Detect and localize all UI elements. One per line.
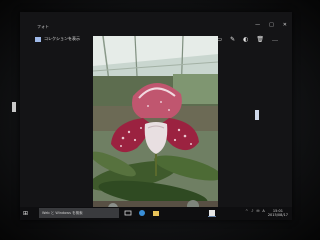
- close-button[interactable]: ✕: [283, 23, 287, 28]
- orchid-photo: [93, 36, 218, 217]
- system-tray: ^ ♪ ✉ A 15:01 2015/08/17: [245, 209, 288, 217]
- breadcrumb-label: コレクションを表示: [44, 36, 80, 41]
- title-bar: フォト — □ ✕: [20, 12, 292, 32]
- previous-photo-button[interactable]: [12, 102, 16, 112]
- breadcrumb[interactable]: コレクションを表示: [35, 36, 80, 42]
- collection-icon: [35, 36, 41, 42]
- photos-taskbar-icon[interactable]: [208, 209, 216, 217]
- delete-icon[interactable]: 🗑: [256, 37, 264, 43]
- clock-date: 2015/08/17: [267, 213, 288, 217]
- edit-icon[interactable]: ✎: [230, 37, 235, 43]
- taskbar: ⊞ Web と Windows を検索 ^ ♪ ✉ A 15:01 2015/0…: [20, 207, 292, 220]
- next-photo-button[interactable]: [255, 110, 259, 120]
- search-placeholder: Web と Windows を検索: [42, 211, 83, 215]
- volume-icon[interactable]: ♪: [251, 209, 253, 213]
- ime-icon[interactable]: A: [262, 209, 264, 213]
- maximize-button[interactable]: □: [269, 23, 274, 28]
- minimize-button[interactable]: —: [255, 23, 260, 28]
- file-explorer-icon[interactable]: [152, 209, 160, 217]
- notification-icon[interactable]: ✉: [256, 209, 259, 213]
- start-button[interactable]: ⊞: [23, 210, 28, 217]
- enhance-icon[interactable]: ◐: [243, 37, 248, 43]
- photos-app-window: フォト — □ ✕ コレクションを表示 ⇪ ▭ ✎ ◐ 🗑 …: [20, 12, 292, 220]
- window-controls: — □ ✕: [255, 23, 287, 28]
- edge-browser-icon[interactable]: [138, 209, 146, 217]
- task-view-icon[interactable]: [124, 209, 132, 217]
- taskbar-clock[interactable]: 15:01 2015/08/17: [268, 209, 288, 217]
- photo-viewer-image[interactable]: [93, 36, 218, 217]
- more-icon[interactable]: …: [272, 37, 278, 43]
- taskbar-search-box[interactable]: Web と Windows を検索: [39, 208, 119, 218]
- tray-overflow-icon[interactable]: ^: [245, 209, 248, 213]
- app-title: フォト: [37, 24, 49, 29]
